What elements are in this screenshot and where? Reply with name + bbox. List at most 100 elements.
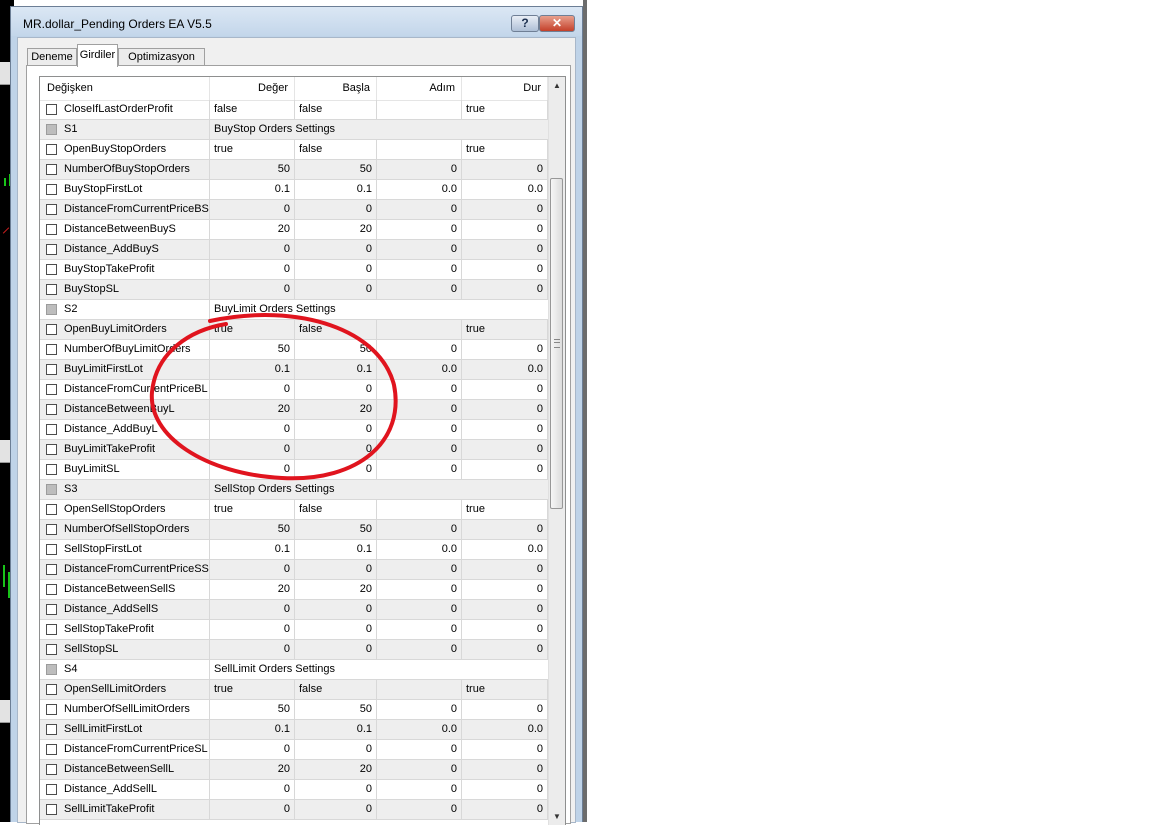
section-row[interactable]: S2 BuyLimit Orders Settings [40, 300, 548, 320]
row-checkbox[interactable] [46, 344, 57, 355]
section-row[interactable]: S4 SellLimit Orders Settings [40, 660, 548, 680]
start-cell[interactable]: 0 [295, 420, 377, 439]
step-cell[interactable]: 0 [377, 200, 462, 219]
row-checkbox[interactable] [46, 404, 57, 415]
start-cell[interactable]: 50 [295, 160, 377, 179]
value-cell[interactable]: 50 [210, 160, 295, 179]
start-cell[interactable]: false [295, 680, 377, 699]
value-cell[interactable]: 0 [210, 260, 295, 279]
row-checkbox[interactable] [46, 184, 57, 195]
table-row[interactable]: OpenBuyLimitOrders true false true [40, 320, 548, 340]
row-checkbox[interactable] [46, 784, 57, 795]
row-checkbox[interactable] [46, 304, 57, 315]
value-cell[interactable]: 0 [210, 640, 295, 659]
stop-cell[interactable]: 0 [462, 260, 548, 279]
stop-cell[interactable]: true [462, 140, 548, 159]
column-header-stop[interactable]: Dur [462, 77, 548, 100]
value-cell[interactable]: 0 [210, 620, 295, 639]
table-row[interactable]: DistanceFromCurrentPriceBS 0 0 0 0 [40, 200, 548, 220]
help-button[interactable]: ? [511, 15, 539, 32]
stop-cell[interactable]: 0 [462, 240, 548, 259]
column-header-step[interactable]: Adım [377, 77, 462, 100]
tab-deneme[interactable]: Deneme [27, 48, 77, 66]
start-cell[interactable]: 0 [295, 740, 377, 759]
row-checkbox[interactable] [46, 664, 57, 675]
step-cell[interactable]: 0 [377, 340, 462, 359]
stop-cell[interactable]: 0 [462, 580, 548, 599]
table-row[interactable]: SellStopTakeProfit 0 0 0 0 [40, 620, 548, 640]
step-cell[interactable] [377, 500, 462, 519]
value-cell[interactable]: 0 [210, 460, 295, 479]
start-cell[interactable]: 0 [295, 460, 377, 479]
row-checkbox[interactable] [46, 364, 57, 375]
start-cell[interactable]: 20 [295, 400, 377, 419]
step-cell[interactable]: 0 [377, 420, 462, 439]
title-bar[interactable]: MR.dollar_Pending Orders EA V5.5 ? ✕ [11, 7, 582, 36]
stop-cell[interactable]: 0 [462, 160, 548, 179]
step-cell[interactable]: 0 [377, 600, 462, 619]
row-checkbox[interactable] [46, 604, 57, 615]
value-cell[interactable]: 50 [210, 520, 295, 539]
row-checkbox[interactable] [46, 284, 57, 295]
start-cell[interactable]: 0 [295, 620, 377, 639]
table-row[interactable]: DistanceBetweenBuyL 20 20 0 0 [40, 400, 548, 420]
step-cell[interactable]: 0 [377, 640, 462, 659]
step-cell[interactable]: 0 [377, 260, 462, 279]
table-row[interactable]: SellStopSL 0 0 0 0 [40, 640, 548, 660]
start-cell[interactable]: 20 [295, 220, 377, 239]
row-checkbox[interactable] [46, 124, 57, 135]
start-cell[interactable]: false [295, 140, 377, 159]
stop-cell[interactable]: 0 [462, 440, 548, 459]
start-cell[interactable]: 50 [295, 520, 377, 539]
section-row[interactable]: S1 BuyStop Orders Settings [40, 120, 548, 140]
start-cell[interactable]: false [295, 320, 377, 339]
stop-cell[interactable]: 0 [462, 520, 548, 539]
stop-cell[interactable]: 0 [462, 800, 548, 819]
row-checkbox[interactable] [46, 524, 57, 535]
table-row[interactable]: Distance_AddBuyS 0 0 0 0 [40, 240, 548, 260]
row-checkbox[interactable] [46, 684, 57, 695]
value-cell[interactable]: 0 [210, 740, 295, 759]
row-checkbox[interactable] [46, 204, 57, 215]
row-checkbox[interactable] [46, 504, 57, 515]
start-cell[interactable]: 50 [295, 340, 377, 359]
start-cell[interactable]: 0 [295, 600, 377, 619]
table-row[interactable]: BuyStopFirstLot 0.1 0.1 0.0 0.0 [40, 180, 548, 200]
step-cell[interactable]: 0.0 [377, 720, 462, 739]
table-row[interactable]: NumberOfBuyStopOrders 50 50 0 0 [40, 160, 548, 180]
value-cell[interactable]: 0 [210, 200, 295, 219]
value-cell[interactable]: true [210, 140, 295, 159]
table-row[interactable]: SellStopFirstLot 0.1 0.1 0.0 0.0 [40, 540, 548, 560]
stop-cell[interactable]: 0.0 [462, 180, 548, 199]
start-cell[interactable]: 50 [295, 700, 377, 719]
value-cell[interactable]: 20 [210, 760, 295, 779]
start-cell[interactable]: 0 [295, 280, 377, 299]
step-cell[interactable]: 0 [377, 580, 462, 599]
step-cell[interactable]: 0 [377, 280, 462, 299]
value-cell[interactable]: 0 [210, 600, 295, 619]
stop-cell[interactable]: 0 [462, 460, 548, 479]
stop-cell[interactable]: 0.0 [462, 540, 548, 559]
value-cell[interactable]: 0.1 [210, 540, 295, 559]
start-cell[interactable]: 0.1 [295, 180, 377, 199]
stop-cell[interactable]: 0 [462, 400, 548, 419]
start-cell[interactable]: false [295, 100, 377, 119]
stop-cell[interactable]: 0 [462, 700, 548, 719]
step-cell[interactable]: 0 [377, 440, 462, 459]
stop-cell[interactable]: true [462, 320, 548, 339]
value-cell[interactable]: true [210, 320, 295, 339]
table-row[interactable]: NumberOfSellLimitOrders 50 50 0 0 [40, 700, 548, 720]
step-cell[interactable]: 0 [377, 780, 462, 799]
row-checkbox[interactable] [46, 244, 57, 255]
value-cell[interactable]: 0 [210, 560, 295, 579]
stop-cell[interactable]: 0 [462, 380, 548, 399]
step-cell[interactable] [377, 680, 462, 699]
value-cell[interactable]: 0 [210, 800, 295, 819]
step-cell[interactable]: 0.0 [377, 540, 462, 559]
column-header-start[interactable]: Başla [295, 77, 377, 100]
table-row[interactable]: DistanceBetweenSellL 20 20 0 0 [40, 760, 548, 780]
value-cell[interactable]: 0.1 [210, 720, 295, 739]
value-cell[interactable]: 0 [210, 780, 295, 799]
stop-cell[interactable]: true [462, 100, 548, 119]
start-cell[interactable]: 0 [295, 260, 377, 279]
